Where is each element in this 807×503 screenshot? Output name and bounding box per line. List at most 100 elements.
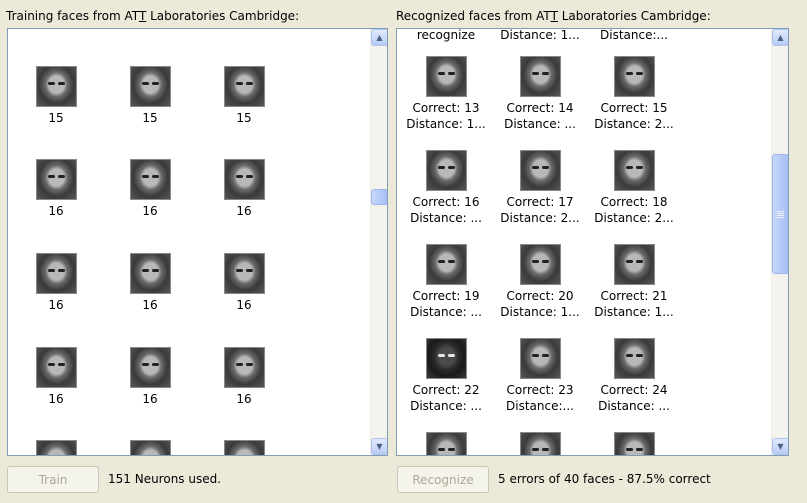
- distance-label: Distance: ...: [410, 305, 482, 319]
- training-face-cell[interactable]: 15: [197, 66, 291, 126]
- face-thumbnail: [613, 432, 655, 455]
- face-thumbnail: [35, 66, 77, 107]
- correct-label: Correct: 14: [506, 101, 574, 115]
- distance-label: Distance: 2...: [500, 211, 580, 225]
- recognized-faces-content: recognize Distance: 1... Distance:... Co…: [397, 29, 771, 455]
- training-face-cell[interactable]: 16: [9, 253, 103, 313]
- scroll-up-button[interactable]: ▲: [371, 29, 387, 46]
- training-face-cell[interactable]: [103, 440, 197, 455]
- scroll-thumb[interactable]: [772, 154, 788, 274]
- distance-label: Distance: ...: [504, 117, 576, 131]
- chevron-up-icon: ▲: [376, 32, 383, 42]
- training-faces-list[interactable]: 15 15 15 16 16 16 16 16 16 16 16 16 ▲ ▼: [7, 28, 388, 456]
- face-thumbnail: [129, 440, 171, 455]
- recognized-face-cell[interactable]: Distance: 1...: [493, 29, 587, 43]
- training-face-cell[interactable]: 16: [103, 159, 197, 219]
- distance-label: Distance: ...: [410, 211, 482, 225]
- recognized-face-cell[interactable]: recognize: [399, 29, 493, 43]
- chevron-up-icon: ▲: [777, 32, 784, 42]
- correct-label: Correct: 18: [600, 195, 668, 209]
- recognized-face-cell[interactable]: Correct: 13 Distance: 1...: [399, 56, 493, 132]
- face-thumbnail: [613, 56, 655, 97]
- face-label: 16: [48, 392, 64, 406]
- correct-label: Correct: 20: [506, 289, 574, 303]
- distance-label: Distance: 1...: [500, 305, 580, 319]
- training-face-cell[interactable]: [9, 440, 103, 455]
- face-thumbnail: [129, 159, 171, 200]
- training-face-cell[interactable]: 16: [9, 347, 103, 407]
- recognized-face-cell[interactable]: Correct: 19 Distance: ...: [399, 244, 493, 320]
- training-face-cell[interactable]: 16: [103, 253, 197, 313]
- face-thumbnail: [425, 150, 467, 191]
- recognized-face-cell[interactable]: [493, 432, 587, 455]
- training-faces-label: Training faces from ATT Laboratories Cam…: [6, 9, 300, 23]
- face-thumbnail: [613, 338, 655, 379]
- recognized-face-cell[interactable]: Distance:...: [587, 29, 681, 43]
- training-faces-content: 15 15 15 16 16 16 16 16 16 16 16 16: [8, 29, 370, 455]
- training-face-cell[interactable]: 15: [9, 66, 103, 126]
- face-thumbnail: [613, 244, 655, 285]
- scroll-down-button[interactable]: ▼: [772, 438, 788, 455]
- face-label: 15: [142, 111, 158, 125]
- recognized-faces-label: Recognized faces from ATT Laboratories C…: [396, 9, 711, 23]
- correct-label: Correct: 17: [506, 195, 574, 209]
- recognized-faces-list[interactable]: recognize Distance: 1... Distance:... Co…: [396, 28, 789, 456]
- training-list-scrollbar[interactable]: ▲ ▼: [370, 29, 387, 455]
- face-thumbnail: [425, 338, 467, 379]
- training-face-cell[interactable]: 16: [9, 159, 103, 219]
- recognized-face-cell[interactable]: Correct: 17 Distance: 2...: [493, 150, 587, 226]
- face-label: 16: [236, 204, 252, 218]
- face-thumbnail: [425, 432, 467, 455]
- face-label: 16: [236, 392, 252, 406]
- correct-label: Correct: 15: [600, 101, 668, 115]
- correct-label: Correct: 19: [412, 289, 480, 303]
- face-thumbnail: [223, 440, 265, 455]
- correct-label: Correct: 21: [600, 289, 668, 303]
- training-face-cell[interactable]: 16: [197, 347, 291, 407]
- face-thumbnail: [519, 432, 561, 455]
- correct-label: Correct: 24: [600, 383, 668, 397]
- face-thumbnail: [223, 347, 265, 388]
- train-button[interactable]: Train: [7, 466, 99, 493]
- face-thumbnail: [129, 66, 171, 107]
- recognized-list-scrollbar[interactable]: ▲ ▼: [771, 29, 788, 455]
- recognized-face-cell[interactable]: Correct: 14 Distance: ...: [493, 56, 587, 132]
- scroll-up-button[interactable]: ▲: [772, 29, 788, 46]
- face-thumbnail: [519, 150, 561, 191]
- recognized-face-cell[interactable]: Correct: 23 Distance:...: [493, 338, 587, 414]
- training-face-cell[interactable]: 15: [103, 66, 197, 126]
- chevron-down-icon: ▼: [376, 441, 383, 451]
- face-thumbnail: [425, 56, 467, 97]
- face-label: recognize: [416, 29, 476, 42]
- face-label: Distance: 1...: [500, 29, 580, 42]
- distance-label: Distance:...: [506, 399, 574, 413]
- recognized-face-cell[interactable]: Correct: 20 Distance: 1...: [493, 244, 587, 320]
- face-label: 15: [48, 111, 64, 125]
- training-face-cell[interactable]: 16: [103, 347, 197, 407]
- face-label: 16: [236, 298, 252, 312]
- face-thumbnail: [129, 253, 171, 294]
- face-thumbnail: [613, 150, 655, 191]
- recognized-face-cell[interactable]: Correct: 15 Distance: 2...: [587, 56, 681, 132]
- recognized-face-cell[interactable]: Correct: 22 Distance: ...: [399, 338, 493, 414]
- recognized-face-cell[interactable]: [399, 432, 493, 455]
- recognized-face-cell[interactable]: [587, 432, 681, 455]
- recognized-face-cell[interactable]: Correct: 24 Distance: ...: [587, 338, 681, 414]
- chevron-down-icon: ▼: [777, 441, 784, 451]
- training-face-cell[interactable]: 16: [197, 253, 291, 313]
- recognized-face-cell[interactable]: Correct: 21 Distance: 1...: [587, 244, 681, 320]
- training-face-cell[interactable]: 16: [197, 159, 291, 219]
- correct-label: Correct: 16: [412, 195, 480, 209]
- scroll-down-button[interactable]: ▼: [371, 438, 387, 455]
- distance-label: Distance: ...: [410, 399, 482, 413]
- scroll-thumb[interactable]: [371, 189, 387, 205]
- face-thumbnail: [35, 347, 77, 388]
- distance-label: Distance: 1...: [594, 305, 674, 319]
- distance-label: Distance: 2...: [594, 211, 674, 225]
- recognized-face-cell[interactable]: Correct: 18 Distance: 2...: [587, 150, 681, 226]
- recognize-button[interactable]: Recognize: [397, 466, 489, 493]
- training-face-cell[interactable]: [197, 440, 291, 455]
- correct-label: Correct: 13: [412, 101, 480, 115]
- face-label: 16: [142, 204, 158, 218]
- recognized-face-cell[interactable]: Correct: 16 Distance: ...: [399, 150, 493, 226]
